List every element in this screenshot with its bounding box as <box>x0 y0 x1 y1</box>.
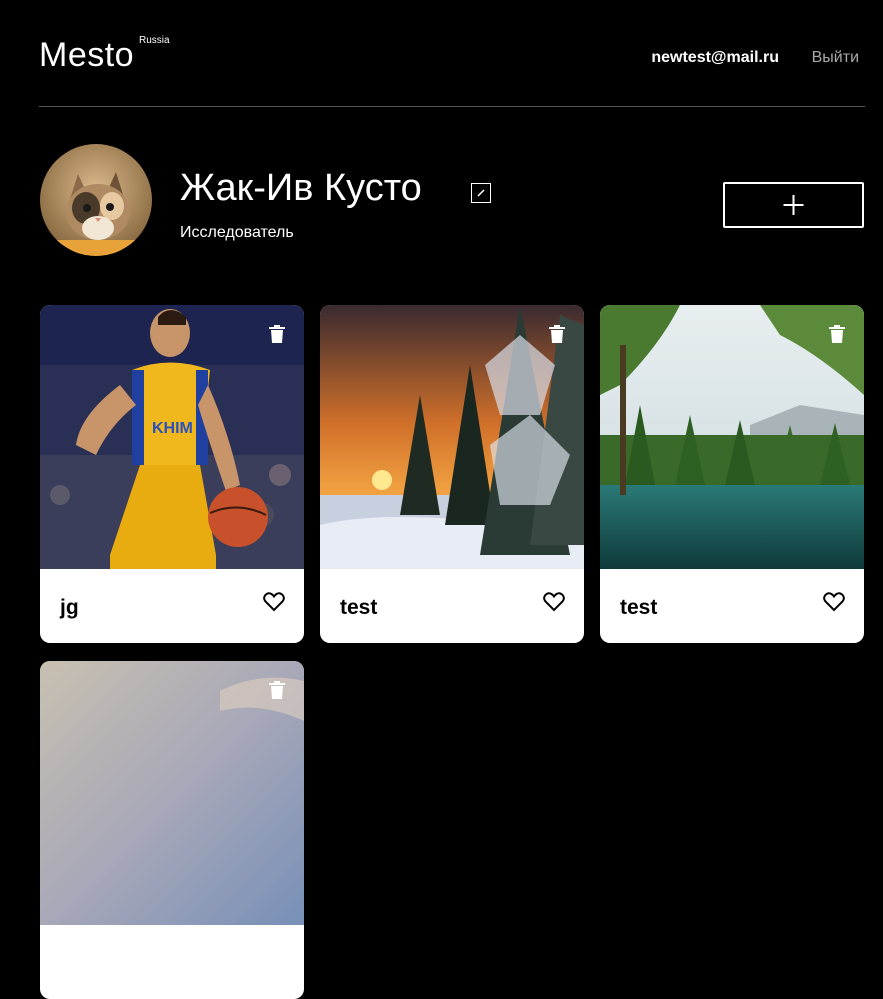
place-card <box>40 661 304 999</box>
logo-superscript: Russia <box>139 35 170 46</box>
add-card-button[interactable] <box>723 182 864 228</box>
trash-icon[interactable] <box>549 325 565 343</box>
card-image[interactable] <box>40 661 304 925</box>
heart-icon[interactable] <box>263 592 285 612</box>
place-card: test <box>600 305 864 643</box>
avatar[interactable] <box>40 144 152 256</box>
card-image[interactable]: KHIM <box>40 305 304 569</box>
plus-icon <box>783 195 804 215</box>
trash-icon[interactable] <box>269 681 285 699</box>
user-email: newtest@mail.ru <box>651 49 779 66</box>
logout-link[interactable]: Выйти <box>812 49 859 67</box>
trash-icon[interactable] <box>269 325 285 343</box>
logo[interactable]: Mesto <box>39 36 134 74</box>
card-image[interactable] <box>320 305 584 569</box>
svg-text:KHIM: KHIM <box>152 420 193 437</box>
place-card: test <box>320 305 584 643</box>
card-image[interactable] <box>600 305 864 569</box>
card-title: jg <box>60 596 79 619</box>
edit-icon <box>477 189 485 197</box>
heart-icon[interactable] <box>543 592 565 612</box>
trash-icon[interactable] <box>829 325 845 343</box>
card-title: test <box>620 596 658 619</box>
heart-icon[interactable] <box>823 592 845 612</box>
profile-name: Жак-Ив Кусто <box>180 167 422 209</box>
card-title: test <box>340 596 378 619</box>
profile-about: Исследователь <box>180 224 294 241</box>
header: Mesto Russia newtest@mail.ru Выйти <box>39 0 865 107</box>
edit-profile-button[interactable] <box>471 183 491 203</box>
place-card: KHIM jg <box>40 305 304 643</box>
